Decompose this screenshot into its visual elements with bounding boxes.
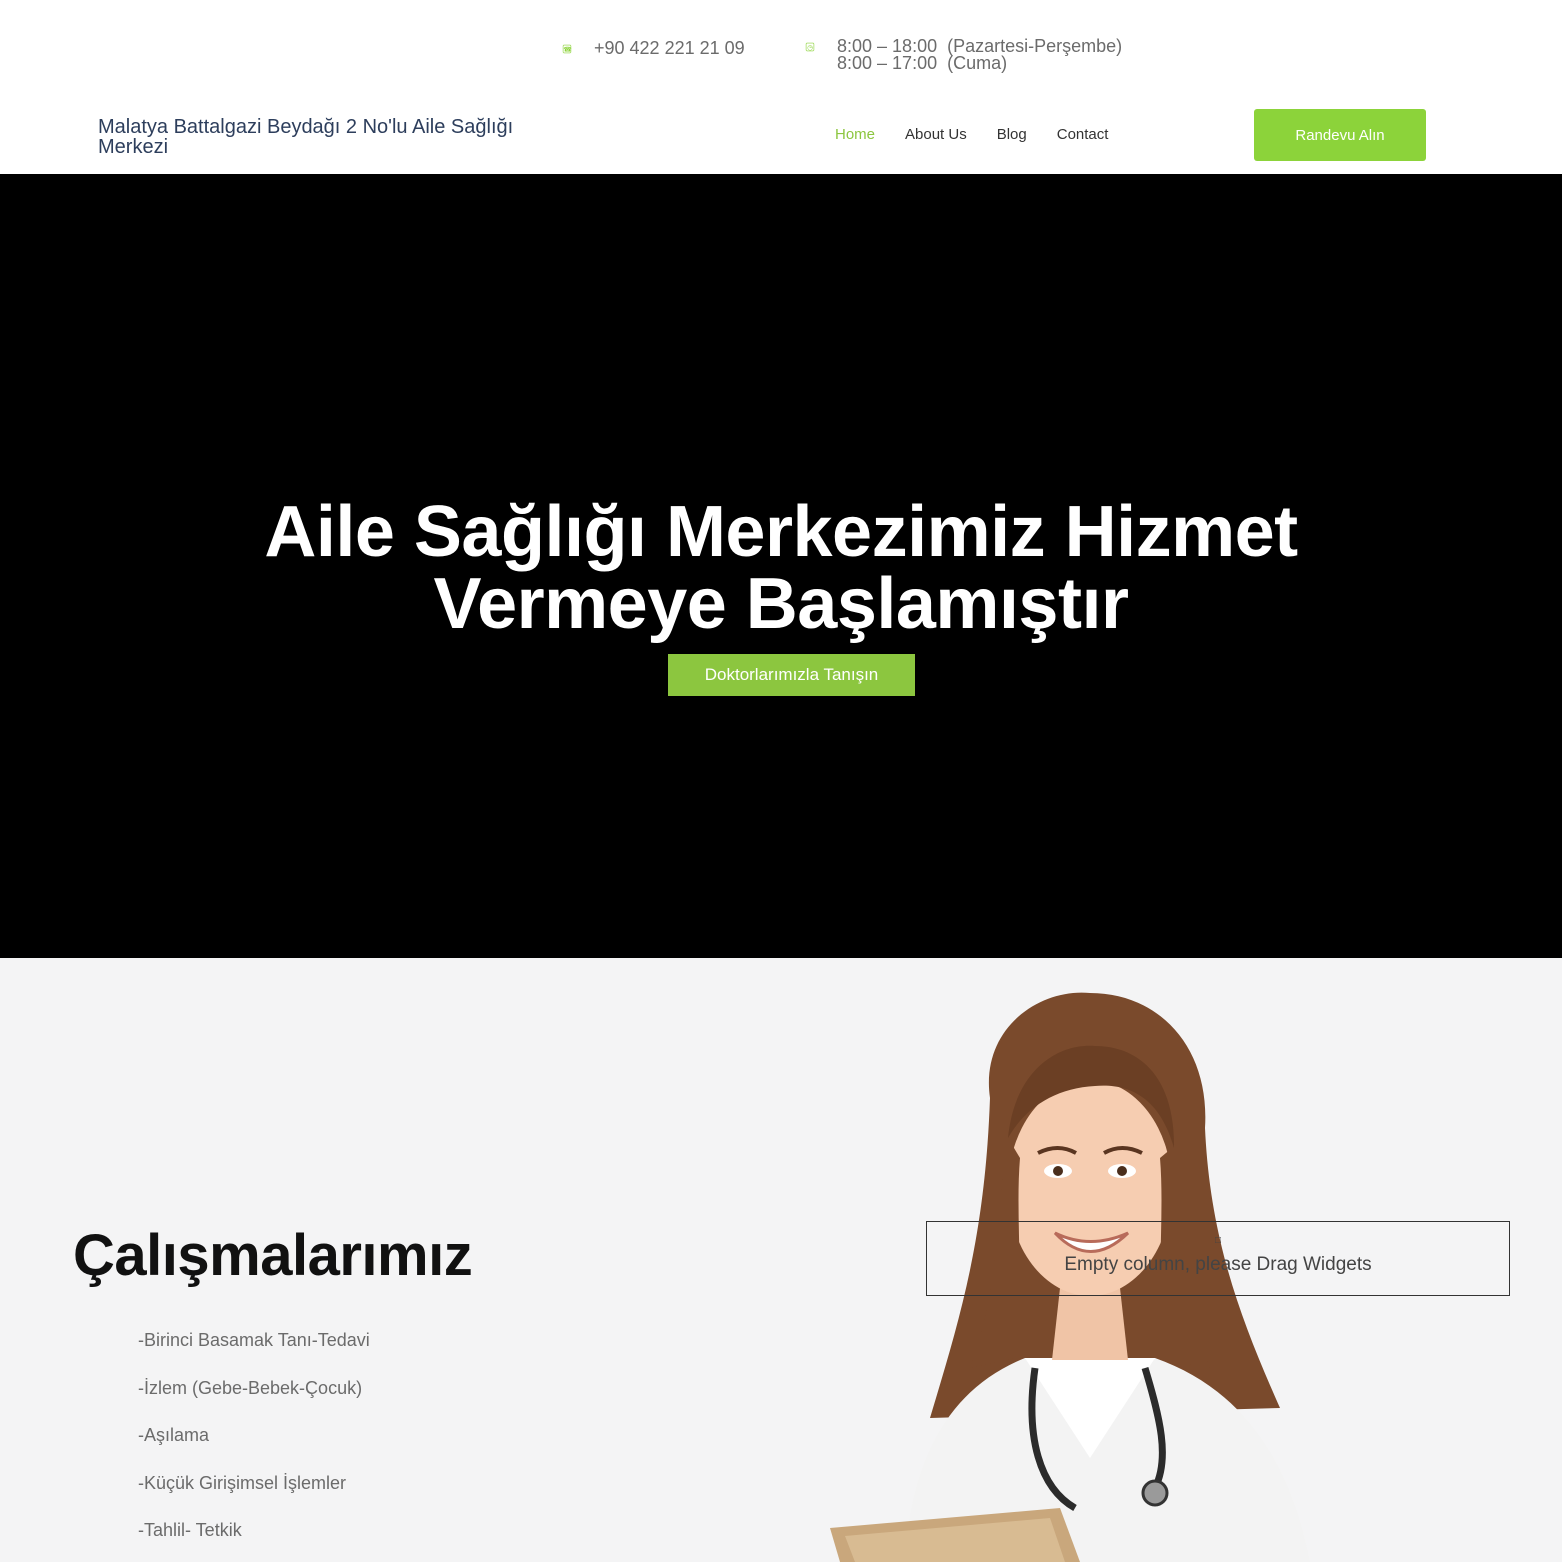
works-section: Çalışmalarımız -Birinci Basamak Tanı-Ted… — [0, 958, 1562, 1562]
opening-hours: ◷ 8:00 – 18:00 (Pazartesi-Perşembe) 8:00… — [803, 37, 1122, 73]
appointment-button[interactable]: Randevu Alın — [1254, 109, 1426, 161]
hero-title-line-2: Vermeye Başlamıştır — [433, 564, 1129, 644]
hours-friday: 8:00 – 17:00 (Cuma) — [837, 53, 1008, 73]
main-nav: Home About Us Blog Contact — [835, 126, 1108, 144]
contact-phone[interactable]: ☎ +90 422 221 21 09 — [560, 38, 745, 58]
site-brand[interactable]: Malatya Battalgazi Beydağı 2 No'lu Aile … — [98, 117, 518, 157]
nav-blog[interactable]: Blog — [997, 126, 1027, 144]
phone-icon: ☎ — [562, 44, 572, 54]
empty-column-placeholder[interactable]: □ Empty column, please Drag Widgets — [926, 1221, 1510, 1296]
plus-icon: □ — [1214, 1235, 1222, 1246]
site-header: Malatya Battalgazi Beydağı 2 No'lu Aile … — [0, 95, 1562, 174]
list-item: -Tahlil- Tetkik — [138, 1520, 242, 1540]
nav-home[interactable]: Home — [835, 126, 875, 144]
works-list: -Birinci Basamak Tanı-Tedavi -İzlem (Geb… — [138, 1330, 370, 1562]
hero-title-line-1: Aile Sağlığı Merkezimiz Hizmet — [264, 492, 1298, 572]
clock-icon: ◷ — [805, 42, 815, 52]
hero-banner: Aile Sağlığı Merkezimiz Hizmet Vermeye B… — [0, 174, 1562, 958]
empty-column-text: Empty column, please Drag Widgets — [1064, 1254, 1372, 1275]
list-item: -Aşılama — [138, 1425, 210, 1445]
meet-doctors-button[interactable]: Doktorlarımızla Tanışın — [668, 654, 915, 696]
list-item: -Birinci Basamak Tanı-Tedavi — [138, 1330, 370, 1350]
phone-number: +90 422 221 21 09 — [594, 38, 745, 58]
nav-contact[interactable]: Contact — [1057, 126, 1109, 144]
list-item: -Küçük Girişimsel İşlemler — [138, 1472, 347, 1493]
nav-about-us[interactable]: About Us — [905, 126, 967, 144]
works-title: Çalışmalarımız — [73, 1223, 473, 1288]
list-item: -İzlem (Gebe-Bebek-Çocuk) — [138, 1377, 363, 1398]
hero-title: Aile Sağlığı Merkezimiz Hizmet Vermeye B… — [0, 496, 1562, 640]
top-info-bar: ☎ +90 422 221 21 09 ◷ 8:00 – 18:00 (Paza… — [0, 0, 1562, 95]
